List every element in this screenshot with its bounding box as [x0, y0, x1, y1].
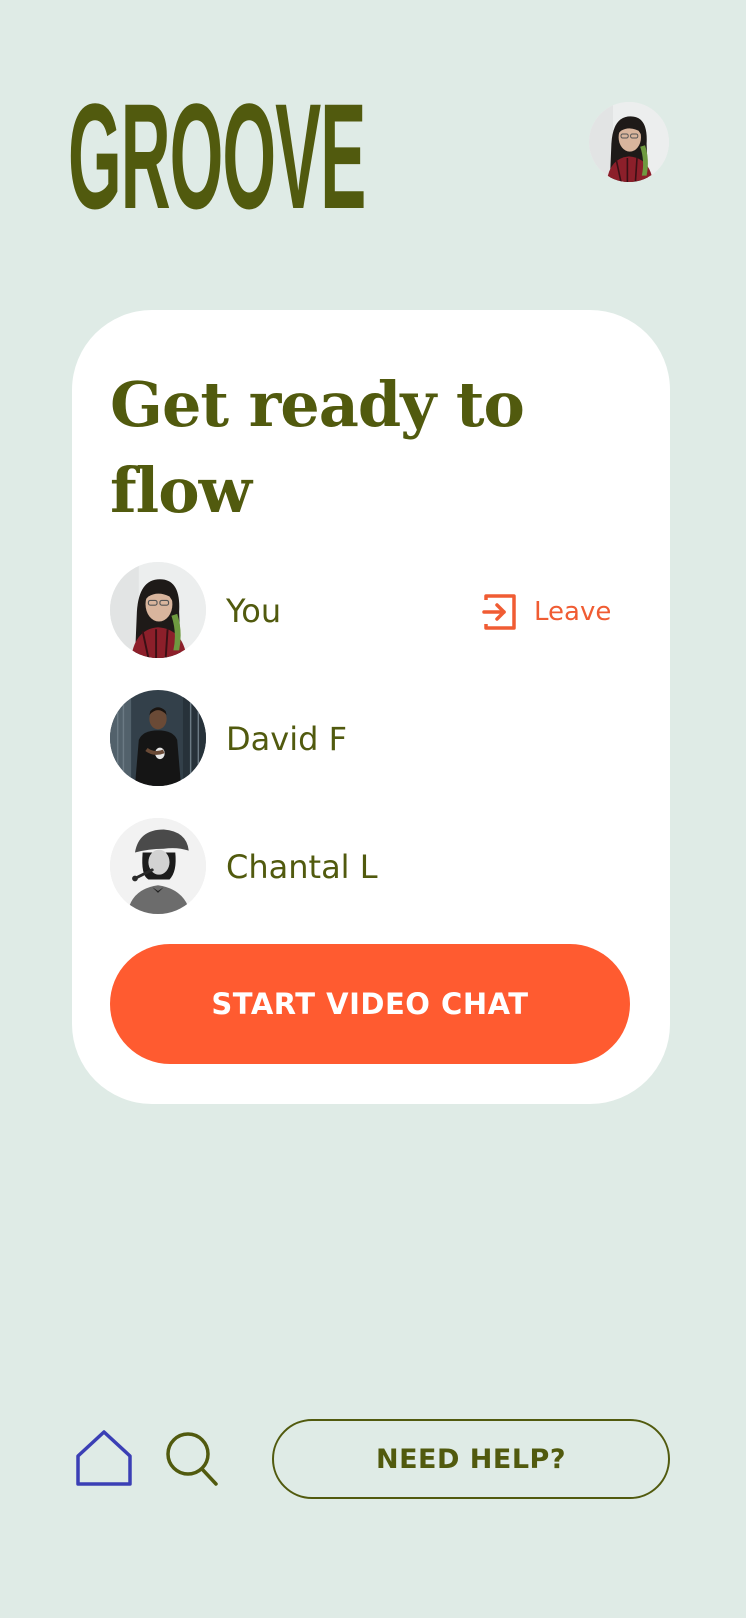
card-title: Get ready to flow: [110, 368, 525, 527]
avatar-chantal: [110, 818, 206, 914]
avatar-chantal-image: [110, 818, 206, 914]
avatar-you: [110, 562, 206, 658]
need-help-button[interactable]: NEED HELP?: [272, 1419, 670, 1499]
leave-label: Leave: [534, 597, 612, 627]
participant-name: Chantal L: [226, 848, 378, 886]
ready-card: Get ready to flow You Leave David F Chan…: [72, 310, 670, 1104]
participant-you: You Leave: [110, 562, 640, 660]
home-icon[interactable]: [72, 1426, 136, 1490]
avatar-you-image: [110, 562, 206, 658]
leave-button[interactable]: Leave: [482, 590, 611, 634]
avatar-david: [110, 690, 206, 786]
avatar-david-image: [110, 690, 206, 786]
participant-name: You: [226, 592, 282, 630]
start-video-chat-button[interactable]: START VIDEO CHAT: [110, 944, 630, 1064]
profile-avatar[interactable]: [589, 102, 669, 182]
groove-logo: GROOVE: [68, 72, 366, 240]
participant-name: David F: [226, 720, 347, 758]
app-screen: GROOVE Get ready to flow You Leave David…: [0, 0, 746, 1618]
participant-chantal: Chantal L: [110, 818, 640, 916]
leave-icon: [482, 594, 516, 630]
participant-david: David F: [110, 690, 640, 788]
avatar-you-image: [589, 102, 669, 182]
search-icon[interactable]: [160, 1426, 224, 1490]
need-help-label: NEED HELP?: [376, 1443, 566, 1475]
start-video-chat-label: START VIDEO CHAT: [211, 987, 529, 1021]
